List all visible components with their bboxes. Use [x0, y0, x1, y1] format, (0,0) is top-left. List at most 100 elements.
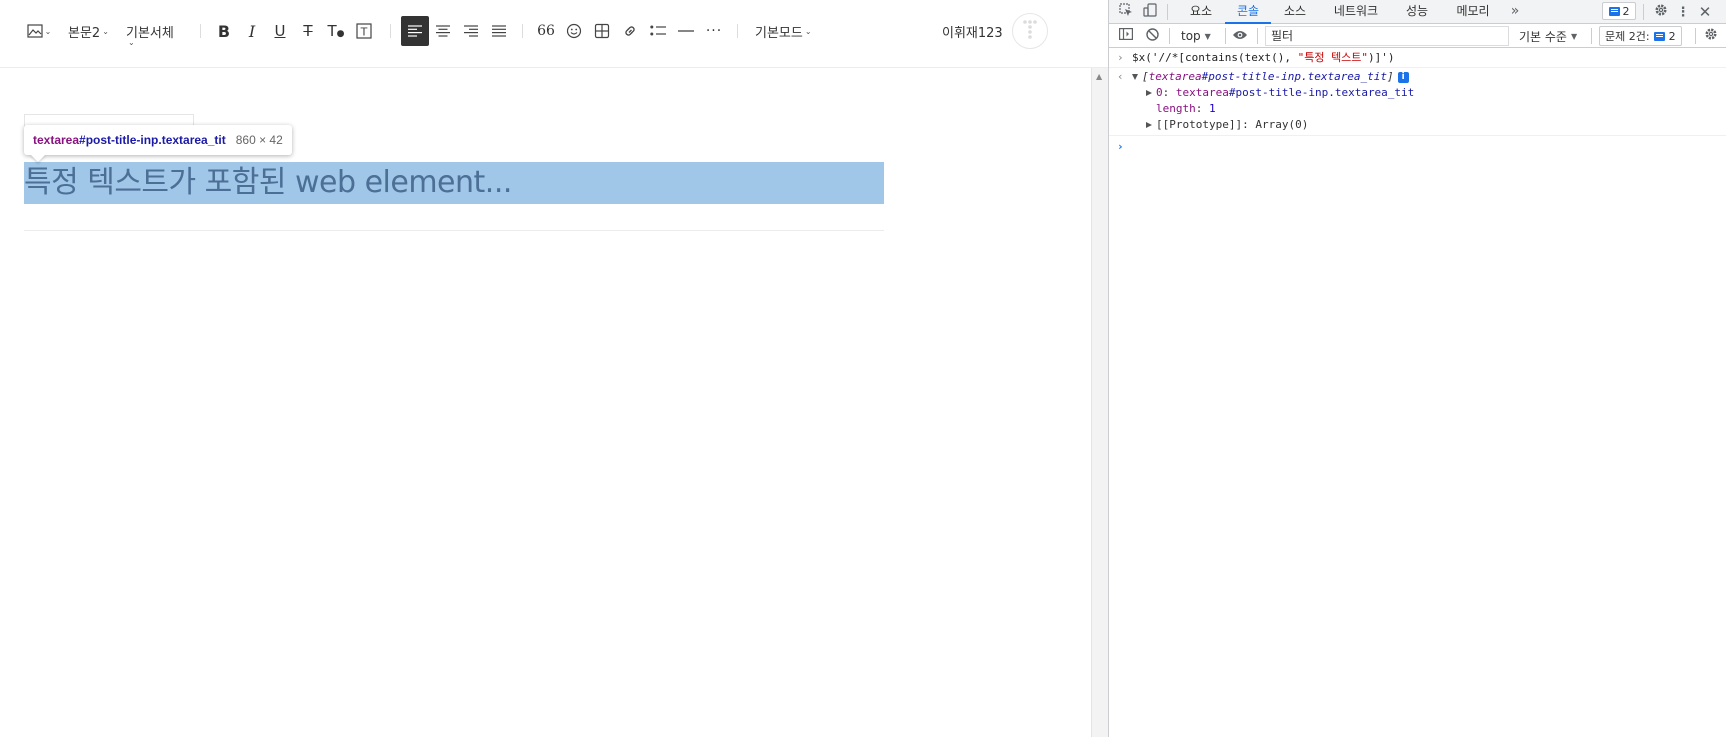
- show-sidebar-button[interactable]: [1117, 27, 1135, 45]
- command-string: "특정 텍스트": [1297, 51, 1369, 64]
- tooltip-class: .textarea_tit: [158, 133, 226, 147]
- image-icon: [27, 24, 43, 38]
- align-center-icon: [436, 25, 450, 37]
- quote-button[interactable]: 66: [532, 16, 560, 46]
- text-background-button[interactable]: T: [350, 16, 378, 46]
- tab-elements[interactable]: 요소: [1179, 0, 1223, 24]
- device-toolbar-button[interactable]: [1141, 3, 1159, 21]
- text-color-icon: T●: [327, 22, 345, 40]
- post-title-input[interactable]: 특정 텍스트가 포함된 web element...: [24, 162, 512, 204]
- strikethrough-button[interactable]: T: [294, 16, 322, 46]
- align-center-button[interactable]: [429, 16, 457, 46]
- command-suffix: )]'): [1368, 51, 1395, 64]
- console-toolbar: top ▼ 기본 수준 ▼ 문제 2건: 2: [1109, 24, 1726, 48]
- more-tools-button[interactable]: ···: [700, 16, 728, 46]
- clear-console-button[interactable]: [1143, 27, 1161, 45]
- bold-button[interactable]: B: [210, 16, 238, 46]
- avatar-dots-icon: [1021, 19, 1039, 43]
- toolbar-divider: [737, 24, 738, 38]
- eye-icon: [1232, 29, 1248, 44]
- horizontal-line-icon: [678, 29, 694, 33]
- console-filter-input[interactable]: [1265, 26, 1509, 46]
- result-item-0[interactable]: 0: textarea#post-title-inp.textarea_tit: [1109, 85, 1726, 101]
- info-icon[interactable]: i: [1397, 71, 1409, 83]
- messages-count: 2: [1622, 4, 1630, 18]
- issues-count: 2: [1668, 29, 1676, 43]
- close-icon: ✕: [1698, 3, 1712, 21]
- user-name: 이휘재123: [942, 26, 1003, 41]
- chevron-down-icon: ⌄: [102, 26, 109, 36]
- editor-mode-select[interactable]: 기본모드 ⌄: [753, 16, 814, 46]
- javascript-context-select[interactable]: top ▼: [1181, 26, 1211, 46]
- italic-button[interactable]: I: [238, 16, 266, 46]
- bullet-list-button[interactable]: [644, 16, 672, 46]
- settings-button[interactable]: [1652, 3, 1670, 21]
- more-tabs-button[interactable]: »: [1505, 0, 1525, 24]
- toolbar-divider: [1169, 28, 1170, 44]
- editor-mode-label: 기본모드: [755, 25, 803, 41]
- emoticon-button[interactable]: [560, 16, 588, 46]
- element-inspect-tooltip: textarea #post-title-inp .textarea_tit 860…: [24, 125, 292, 155]
- align-right-icon: [464, 25, 478, 37]
- chevron-down-icon: ⌄: [44, 26, 52, 36]
- align-right-button[interactable]: [457, 16, 485, 46]
- editor-toolbar: ⌄ 본문2 ⌄ 기본서체 ⌄ B I U T T● T 66 ··· 기본모드 …: [0, 0, 1108, 68]
- align-left-button[interactable]: [401, 16, 429, 46]
- dropdown-triangle-icon: ▼: [1570, 31, 1578, 41]
- insert-image-button[interactable]: ⌄: [24, 16, 54, 46]
- table-button[interactable]: [588, 16, 616, 46]
- inspect-element-button[interactable]: [1117, 3, 1135, 21]
- bold-icon: B: [217, 21, 231, 41]
- more-vertical-icon: ⋮: [1676, 4, 1690, 20]
- table-icon: [594, 23, 610, 39]
- expand-triangle-icon[interactable]: [1132, 74, 1138, 80]
- issues-count-button[interactable]: 문제 2건: 2: [1599, 26, 1682, 46]
- tab-sources[interactable]: 소스: [1273, 0, 1317, 24]
- tooltip-size: 860 × 42: [235, 133, 283, 147]
- issues-label: 문제 2건:: [1605, 30, 1650, 43]
- console-result-entry[interactable]: ‹ [textarea#post-title-inp.textarea_tit]…: [1109, 69, 1726, 85]
- tab-performance[interactable]: 성능: [1395, 0, 1439, 24]
- inspect-cursor-icon: [1119, 3, 1133, 21]
- underline-button[interactable]: U: [266, 16, 294, 46]
- tab-divider: [1167, 4, 1168, 20]
- console-settings-button[interactable]: [1702, 27, 1720, 45]
- log-level-select[interactable]: 기본 수준 ▼: [1519, 26, 1577, 46]
- editor-scrollbar[interactable]: ▲: [1091, 68, 1108, 737]
- text-color-button[interactable]: T●: [322, 16, 350, 46]
- underline-icon: U: [274, 22, 286, 40]
- paragraph-style-select[interactable]: 본문2 ⌄: [66, 16, 111, 46]
- tooltip-tag: textarea: [33, 133, 80, 147]
- live-expression-button[interactable]: [1231, 27, 1249, 45]
- message-icon: [1653, 31, 1665, 41]
- device-icon: [1143, 3, 1157, 21]
- strikethrough-icon: T: [303, 22, 313, 40]
- result-prototype[interactable]: [[Prototype]]: Array(0): [1109, 117, 1726, 133]
- title-divider: [24, 230, 884, 231]
- input-chevron-icon: ›: [1117, 51, 1124, 64]
- tab-network[interactable]: 네트워크: [1323, 0, 1389, 24]
- result-length: length: 1: [1156, 102, 1216, 115]
- close-devtools-button[interactable]: ✕: [1696, 3, 1714, 21]
- toolbar-divider: [522, 24, 523, 38]
- tab-console[interactable]: 콘솔: [1225, 0, 1271, 24]
- messages-badge-button[interactable]: 2: [1602, 2, 1636, 20]
- scroll-up-arrow-icon[interactable]: ▲: [1096, 72, 1102, 81]
- tab-memory[interactable]: 메모리: [1445, 0, 1501, 24]
- dropdown-triangle-icon: ▼: [1204, 31, 1211, 41]
- align-justify-button[interactable]: [485, 16, 513, 46]
- toolbar-divider: [1695, 28, 1696, 44]
- link-button[interactable]: [616, 16, 644, 46]
- tooltip-id: #post-title-inp: [79, 133, 159, 147]
- message-icon: [1608, 6, 1620, 16]
- customize-menu-button[interactable]: ⋮: [1674, 3, 1692, 21]
- expand-triangle-icon[interactable]: [1146, 122, 1152, 128]
- svg-text:T: T: [360, 26, 368, 39]
- devtools-tab-bar: 요소 콘솔 소스 네트워크 성능 메모리 » 2 ⋮ ✕: [1109, 0, 1726, 24]
- expand-triangle-icon[interactable]: [1146, 90, 1152, 96]
- console-prompt[interactable]: ›: [1109, 135, 1726, 157]
- horizontal-rule-button[interactable]: [672, 16, 700, 46]
- context-label: top: [1181, 29, 1201, 43]
- avatar[interactable]: [1012, 13, 1048, 49]
- tooltip-arrow: [30, 154, 46, 162]
